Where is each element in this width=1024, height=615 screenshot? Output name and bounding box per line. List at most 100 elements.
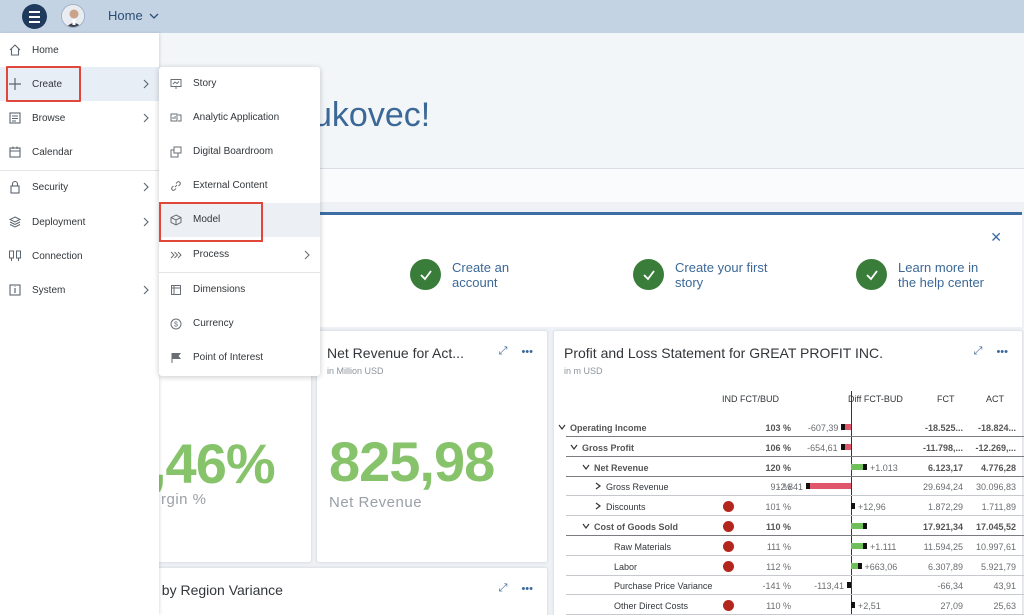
create-highlight-box: [6, 66, 81, 102]
get-started-item-help-center[interactable]: Learn more in the help center: [856, 259, 998, 290]
more-icon[interactable]: •••: [521, 583, 533, 595]
sidebar-item-label: Calendar: [32, 146, 73, 158]
menu-item-label: Process: [193, 249, 230, 260]
act-value: 43,91: [993, 581, 1016, 592]
chevron-down-icon[interactable]: [570, 443, 578, 451]
get-started-item-create-account[interactable]: Create an account: [410, 259, 552, 290]
act-value: 4.776,28: [980, 462, 1016, 473]
chevron-down-icon[interactable]: [582, 463, 590, 471]
row-label: Other Direct Costs: [614, 601, 689, 612]
profit-loss-tile[interactable]: Profit and Loss Statement for GREAT PROF…: [553, 330, 1024, 615]
menu-item-currency[interactable]: $ Currency: [159, 307, 320, 341]
table-row[interactable]: Labor 112 % +663,06 6.307,89 5.921,79: [566, 557, 1024, 576]
act-value: 10.997,61: [975, 541, 1016, 552]
table-row[interactable]: Purchase Price Variance -141 % -113,41 -66,…: [566, 576, 1024, 596]
chevron-right-icon: [143, 285, 149, 295]
fct-value: 27,09: [940, 601, 963, 612]
ind-value: 110 %: [765, 522, 791, 532]
expand-icon[interactable]: ⤢: [499, 345, 508, 358]
diff-value: -2.841: [777, 482, 803, 493]
table-row[interactable]: Net Revenue 120 % +1.013 6.123,17 4.776,28: [566, 458, 1024, 477]
table-row[interactable]: Gross Revenue 91 % -2.841 29.694,24 30.096,8…: [566, 477, 1024, 497]
get-started-item-first-story[interactable]: Create your first story: [633, 259, 775, 290]
table-row[interactable]: Gross Profit 106 % -654,61 -11.798,... -12.2…: [566, 438, 1024, 457]
chevron-down-icon: [149, 13, 159, 19]
menu-item-analytic-application[interactable]: Analytic Application: [159, 101, 320, 135]
chevron-down-icon[interactable]: [558, 423, 566, 431]
chevron-down-icon[interactable]: [582, 522, 590, 530]
hamburger-menu-button[interactable]: [22, 4, 47, 29]
net-revenue-tile[interactable]: Net Revenue for Act... in Million USD ⤢ …: [316, 330, 548, 563]
sidebar-item-deployment[interactable]: Deployment: [0, 205, 159, 239]
tile-subtitle: in m USD: [564, 366, 603, 376]
ind-value: 101 %: [765, 502, 791, 513]
menu-item-story[interactable]: Story: [159, 67, 320, 101]
lock-icon: [10, 180, 20, 194]
tile-subtitle: in Million USD: [327, 366, 384, 376]
menu-item-dimensions[interactable]: Dimensions: [159, 273, 320, 307]
svg-text:$: $: [174, 322, 178, 329]
close-icon[interactable]: ✕: [990, 229, 1002, 246]
chevron-right-icon[interactable]: [594, 502, 602, 510]
expand-icon[interactable]: ⤢: [499, 582, 508, 595]
table-row[interactable]: Raw Materials 111 % +1.111 11.594,25 10.997,…: [566, 537, 1024, 556]
row-label: Labor: [614, 561, 638, 572]
home-dropdown[interactable]: Home: [108, 8, 159, 23]
act-value: -12.269,...: [975, 442, 1016, 453]
get-started-label: Create your first story: [675, 259, 768, 290]
row-label: Purchase Price Variance: [614, 581, 713, 592]
more-icon[interactable]: •••: [996, 346, 1008, 358]
row-label: Operating Income: [570, 423, 647, 433]
table-row[interactable]: Discounts 101 % +12,96 1.872,29 1.711,89: [566, 497, 1024, 517]
more-icon[interactable]: •••: [521, 346, 533, 358]
row-label: Discounts: [606, 502, 646, 513]
sidebar-item-connection[interactable]: Connection: [0, 239, 159, 273]
table-row[interactable]: Operating Income 103 % -607,39 -18.525... -1…: [558, 418, 1024, 437]
fct-value: 17.921,34: [922, 522, 963, 532]
fct-value: -11.798,...: [922, 442, 963, 453]
ind-value: 106 %: [765, 442, 791, 453]
menu-item-digital-boardroom[interactable]: Digital Boardroom: [159, 135, 320, 169]
row-label: Net Revenue: [594, 462, 649, 473]
diff-bar-marker: [851, 602, 855, 609]
fct-value: 29.694,24: [922, 482, 963, 493]
analytic-application-icon: [170, 113, 182, 122]
home-icon: [9, 44, 21, 56]
diff-bar-marker: [847, 582, 851, 589]
fct-value: 1.872,29: [927, 502, 963, 513]
connection-icon: [9, 250, 21, 261]
link-icon: [171, 181, 181, 191]
diff-bar-marker: [841, 424, 846, 430]
expand-icon[interactable]: ⤢: [974, 345, 983, 358]
sidebar-item-home[interactable]: Home: [0, 33, 159, 67]
model-highlight-box: [159, 202, 263, 242]
table-row[interactable]: Other Direct Costs 110 % +2,51 27,09 25,63: [566, 596, 1024, 615]
system-icon: [9, 284, 21, 296]
menu-item-process[interactable]: Process: [159, 238, 320, 272]
ind-value: 111 %: [766, 541, 791, 552]
act-value: 25,63: [993, 601, 1016, 612]
table-row[interactable]: Cost of Goods Sold 110 % 17.921,34 17.045,5…: [566, 517, 1024, 536]
region-variance-tile[interactable]: t by Region Variance ⤢ •••: [150, 567, 548, 615]
sidebar-item-security[interactable]: Security: [0, 170, 159, 204]
net-revenue-kpi-value: 825,98: [329, 430, 495, 493]
sidebar-item-calendar[interactable]: Calendar: [0, 135, 159, 169]
side-navigation: Home Create Browse Calendar Security Dep…: [0, 33, 159, 615]
sidebar-item-browse[interactable]: Browse: [0, 101, 159, 135]
avatar[interactable]: [61, 4, 85, 28]
act-value: 30.096,83: [975, 482, 1016, 493]
check-icon: [856, 259, 887, 290]
chevron-right-icon[interactable]: [594, 482, 602, 490]
fct-value: -18.525...: [924, 423, 963, 433]
sidebar-item-label: Security: [32, 181, 69, 193]
welcome-text: ukovec!: [313, 96, 431, 134]
tile-title: Profit and Loss Statement for GREAT PROF…: [564, 345, 883, 361]
sidebar-item-system[interactable]: System: [0, 273, 159, 307]
menu-item-point-of-interest[interactable]: Point of Interest: [159, 341, 320, 375]
ind-value: 112 %: [766, 561, 791, 572]
dimensions-icon: [171, 285, 181, 295]
menu-item-external-content[interactable]: External Content: [159, 169, 320, 203]
diff-value: +12,96: [858, 502, 886, 513]
sidebar-item-label: Browse: [32, 112, 66, 124]
diff-value: +2,51: [858, 601, 881, 612]
